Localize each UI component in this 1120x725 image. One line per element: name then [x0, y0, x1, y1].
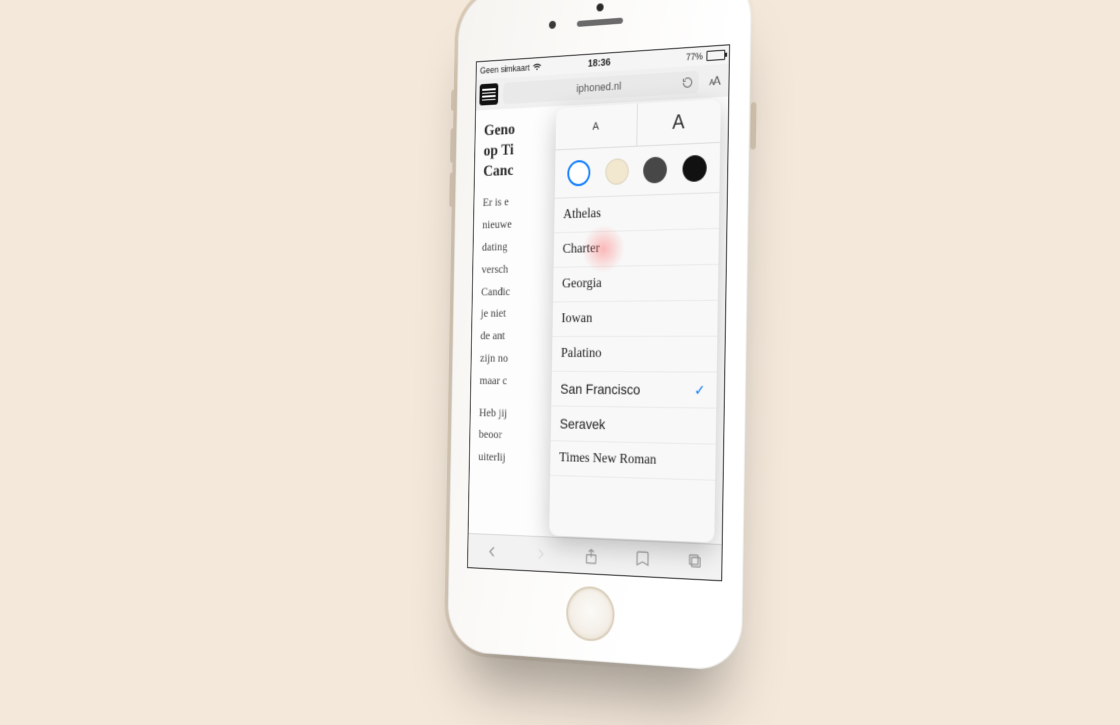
carrier-label: Geen simkaart: [480, 63, 530, 76]
bookmarks-button[interactable]: [633, 548, 652, 569]
reader-mode-button[interactable]: [479, 83, 498, 105]
volume-down: [449, 172, 455, 207]
home-button[interactable]: [566, 585, 615, 642]
stage: Geen simkaart 18:36 77%: [0, 0, 1120, 725]
font-name: Palatino: [561, 346, 602, 362]
phone-body: Geen simkaart 18:36 77%: [447, 0, 752, 672]
article-paragraph: Heb jij beoor uiterlij: [478, 401, 714, 474]
screen: Geen simkaart 18:36 77%: [467, 44, 730, 581]
checkmark-icon: ✓: [694, 381, 705, 399]
font-name: Iowan: [561, 311, 592, 327]
bottom-toolbar: [468, 533, 722, 580]
share-button[interactable]: [582, 546, 600, 567]
battery-icon: [706, 50, 725, 61]
phone-mockup: Geen simkaart 18:36 77%: [447, 0, 752, 672]
font-name: Times New Roman: [559, 450, 656, 469]
font-option[interactable]: Times New Roman: [550, 441, 716, 481]
font-option[interactable]: Seravek: [551, 406, 716, 444]
forward-button[interactable]: [532, 544, 550, 565]
clock: 18:36: [588, 57, 611, 69]
battery-percent: 77%: [686, 51, 703, 62]
theme-white[interactable]: [567, 160, 590, 187]
font-name: San Francisco: [560, 381, 640, 398]
back-button[interactable]: [484, 541, 501, 561]
theme-black[interactable]: [682, 155, 707, 182]
reader-options-popover: A A Athelas Charter Georgia Iowan Palatino Sa…: [549, 99, 721, 543]
text-size-icon[interactable]: AA: [704, 73, 725, 89]
url-host: iphoned.nl: [576, 80, 621, 95]
proximity-sensor: [549, 21, 556, 29]
theme-gray[interactable]: [643, 156, 667, 183]
font-option[interactable]: Georgia: [553, 265, 718, 303]
mute-switch: [451, 90, 456, 111]
theme-sepia[interactable]: [605, 158, 629, 185]
font-option[interactable]: Charter: [554, 229, 719, 268]
font-name: Athelas: [563, 206, 601, 223]
address-bar[interactable]: iphoned.nl: [503, 71, 699, 105]
font-name: Charter: [562, 241, 599, 258]
font-name: Seravek: [560, 415, 606, 432]
font-option[interactable]: San Francisco ✓: [551, 372, 716, 409]
tabs-button[interactable]: [685, 551, 704, 572]
font-option[interactable]: Athelas: [554, 193, 719, 233]
font-name: Georgia: [562, 276, 602, 293]
earpiece: [577, 18, 623, 27]
wifi-icon: [532, 63, 541, 71]
volume-up: [450, 128, 456, 163]
theme-colors-row: [555, 143, 720, 199]
font-option[interactable]: Iowan: [552, 301, 717, 337]
font-size-decrease[interactable]: A: [556, 104, 638, 150]
reload-icon[interactable]: [682, 76, 693, 89]
font-list: Athelas Charter Georgia Iowan Palatino San Fr…: [550, 193, 719, 481]
font-size-row: A A: [556, 99, 721, 150]
front-camera: [596, 3, 603, 11]
font-option[interactable]: Palatino: [552, 337, 717, 373]
